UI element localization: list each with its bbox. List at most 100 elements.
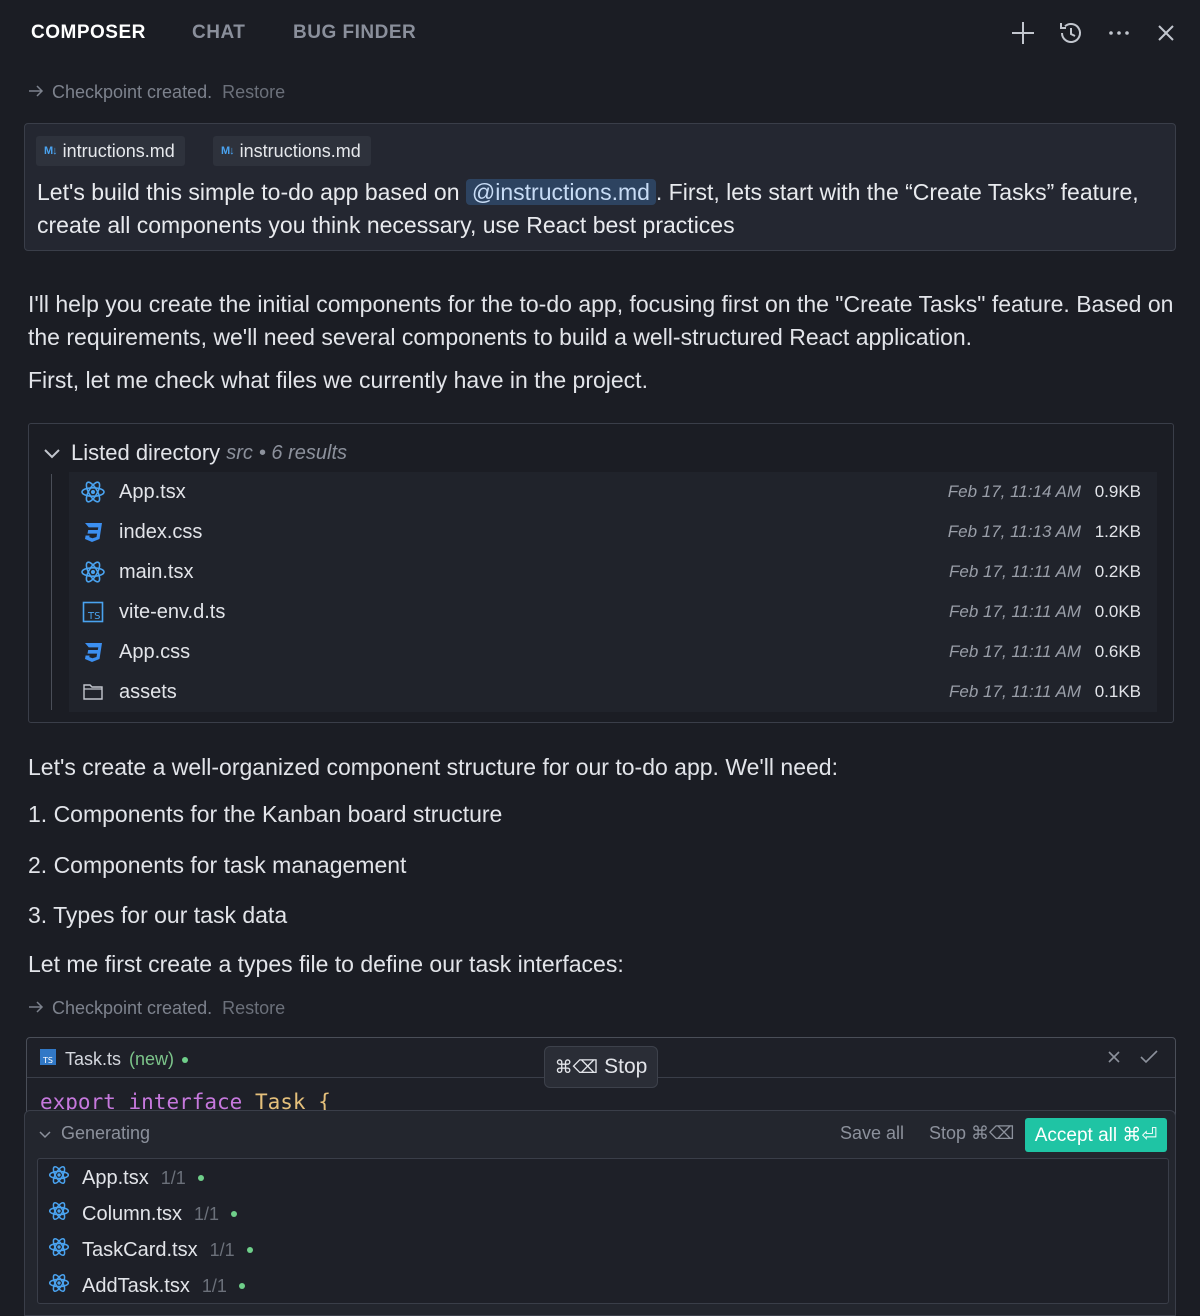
more-icon[interactable] <box>1104 18 1134 48</box>
file-size: 0.1KB <box>1094 682 1141 701</box>
list-item[interactable]: AddTask.tsx 1/1 <box>48 1270 245 1302</box>
file-name: AddTask.tsx <box>82 1274 190 1297</box>
file-date: Feb 17, 11:11 AM <box>949 602 1081 621</box>
status-dot <box>238 1283 245 1289</box>
user-message-text: Let's build this simple to-do app based … <box>37 179 1139 238</box>
arrow-right-icon <box>28 998 44 1019</box>
list-item: 3. Types for our task data <box>28 902 288 928</box>
file-size: 0.2KB <box>1094 562 1141 581</box>
file-date: Feb 17, 11:11 AM <box>949 562 1081 581</box>
ts-icon: TS <box>39 1048 57 1071</box>
tree-guide-line <box>51 474 52 710</box>
stop-generation-button[interactable]: ⌘⌫ Stop <box>544 1046 658 1088</box>
arrow-right-icon <box>28 82 44 103</box>
file-date: Feb 17, 11:11 AM <box>949 682 1081 701</box>
file-size: 0.9KB <box>1094 482 1141 501</box>
file-row[interactable]: App.tsx Feb 17, 11:14 AM 0.9KB <box>69 472 1157 512</box>
file-name: TaskCard.tsx <box>82 1238 198 1261</box>
react-icon <box>48 1236 70 1264</box>
restore-link[interactable]: Restore <box>222 998 285 1019</box>
file-size: 0.0KB <box>1094 602 1141 621</box>
chevron-down-icon[interactable] <box>43 440 61 466</box>
file-mention[interactable]: @instructions.md <box>465 179 656 205</box>
shortcut-keys: ⌘⌫ <box>554 1056 599 1077</box>
file-row[interactable]: assets Feb 17, 11:11 AM 0.1KB <box>69 672 1157 712</box>
accept-check-icon[interactable] <box>1139 1048 1159 1071</box>
markdown-icon: M↓ <box>221 145 235 157</box>
tab-composer[interactable]: COMPOSER <box>31 22 146 44</box>
file-row[interactable]: main.tsx Feb 17, 11:11 AM 0.2KB <box>69 552 1157 592</box>
listed-directory-panel: Listed directory src • 6 results App.tsx… <box>28 423 1174 723</box>
file-list: App.tsx Feb 17, 11:14 AM 0.9KB index.css… <box>69 472 1157 712</box>
listed-directory-header[interactable]: Listed directory src • 6 results <box>43 440 347 466</box>
new-file-badge: (new) <box>129 1049 175 1069</box>
plus-icon[interactable] <box>1008 18 1038 48</box>
file-name: Column.tsx <box>82 1202 183 1225</box>
change-count: 1/1 <box>160 1167 186 1188</box>
assistant-paragraph: Let me first create a types file to defi… <box>28 951 624 977</box>
list-item[interactable]: TaskCard.tsx 1/1 <box>48 1234 253 1266</box>
context-chip[interactable]: M↓ instructions.md <box>213 136 371 166</box>
stop-label: Stop <box>604 1055 648 1078</box>
file-name: App.css <box>119 640 191 663</box>
status-dot <box>246 1247 253 1253</box>
markdown-icon: M↓ <box>44 145 58 157</box>
react-icon <box>79 478 107 506</box>
checkpoint-text: Checkpoint created. <box>52 998 213 1018</box>
change-count: 1/1 <box>194 1203 220 1224</box>
checkpoint-1: Checkpoint created. Restore <box>28 82 285 103</box>
list-item[interactable]: App.tsx 1/1 <box>48 1162 204 1194</box>
list-item: 2. Components for task management <box>28 852 407 878</box>
generating-panel: Generating Save all Stop ⌘⌫ Accept all ⌘… <box>24 1110 1176 1316</box>
file-date: Feb 17, 11:11 AM <box>949 642 1081 661</box>
save-all-button[interactable]: Save all <box>840 1123 904 1144</box>
css-icon <box>79 638 107 666</box>
checkpoint-text: Checkpoint created. <box>52 82 213 102</box>
tab-chat[interactable]: CHAT <box>192 22 245 44</box>
editor-file-title[interactable]: TS Task.ts (new) <box>39 1048 189 1071</box>
accept-all-button[interactable]: Accept all ⌘⏎ <box>1025 1118 1167 1152</box>
composer-header: COMPOSER CHAT BUG FINDER <box>0 0 1200 68</box>
status-dot <box>197 1175 204 1181</box>
file-name: main.tsx <box>119 560 194 583</box>
assistant-paragraph: First, let me check what files we curren… <box>28 367 648 393</box>
react-icon <box>48 1272 70 1300</box>
assistant-paragraph: I'll help you create the initial compone… <box>28 291 1174 350</box>
file-row[interactable]: App.css Feb 17, 11:11 AM 0.6KB <box>69 632 1157 672</box>
context-chip[interactable]: M↓ intructions.md <box>36 136 185 166</box>
close-icon[interactable] <box>1151 18 1181 48</box>
history-icon[interactable] <box>1056 18 1086 48</box>
react-icon <box>79 558 107 586</box>
react-icon <box>48 1164 70 1192</box>
change-count: 1/1 <box>201 1275 227 1296</box>
react-icon <box>48 1200 70 1228</box>
svg-text:TS: TS <box>42 1056 53 1065</box>
list-item: 1. Components for the Kanban board struc… <box>28 801 503 827</box>
tab-bug-finder[interactable]: BUG FINDER <box>293 22 416 44</box>
change-count: 1/1 <box>209 1239 235 1260</box>
stop-button[interactable]: Stop ⌘⌫ <box>929 1123 1014 1144</box>
file-name: App.tsx <box>82 1166 149 1189</box>
file-name: vite-env.d.ts <box>119 600 226 623</box>
user-message: M↓ intructions.md M↓ instructions.md Let… <box>24 123 1176 251</box>
editor-filename: Task.ts <box>65 1049 122 1069</box>
status-dot <box>182 1056 189 1063</box>
file-date: Feb 17, 11:14 AM <box>947 482 1081 501</box>
file-size: 0.6KB <box>1094 642 1141 661</box>
generating-header[interactable]: Generating <box>39 1123 150 1144</box>
file-row[interactable]: TS vite-env.d.ts Feb 17, 11:11 AM 0.0KB <box>69 592 1157 632</box>
ts-icon: TS <box>79 598 107 626</box>
file-row[interactable]: index.css Feb 17, 11:13 AM 1.2KB <box>69 512 1157 552</box>
directory-path: src <box>226 441 253 464</box>
file-name: App.tsx <box>119 480 186 503</box>
reject-icon[interactable] <box>1105 1048 1123 1071</box>
file-size: 1.2KB <box>1094 522 1141 541</box>
status-dot <box>231 1211 238 1217</box>
folder-icon <box>79 678 107 706</box>
chevron-down-icon[interactable] <box>39 1123 51 1144</box>
restore-link[interactable]: Restore <box>222 82 285 103</box>
list-item[interactable]: Column.tsx 1/1 <box>48 1198 238 1230</box>
file-date: Feb 17, 11:13 AM <box>947 522 1081 541</box>
css-icon <box>79 518 107 546</box>
checkpoint-2: Checkpoint created. Restore <box>28 998 285 1019</box>
